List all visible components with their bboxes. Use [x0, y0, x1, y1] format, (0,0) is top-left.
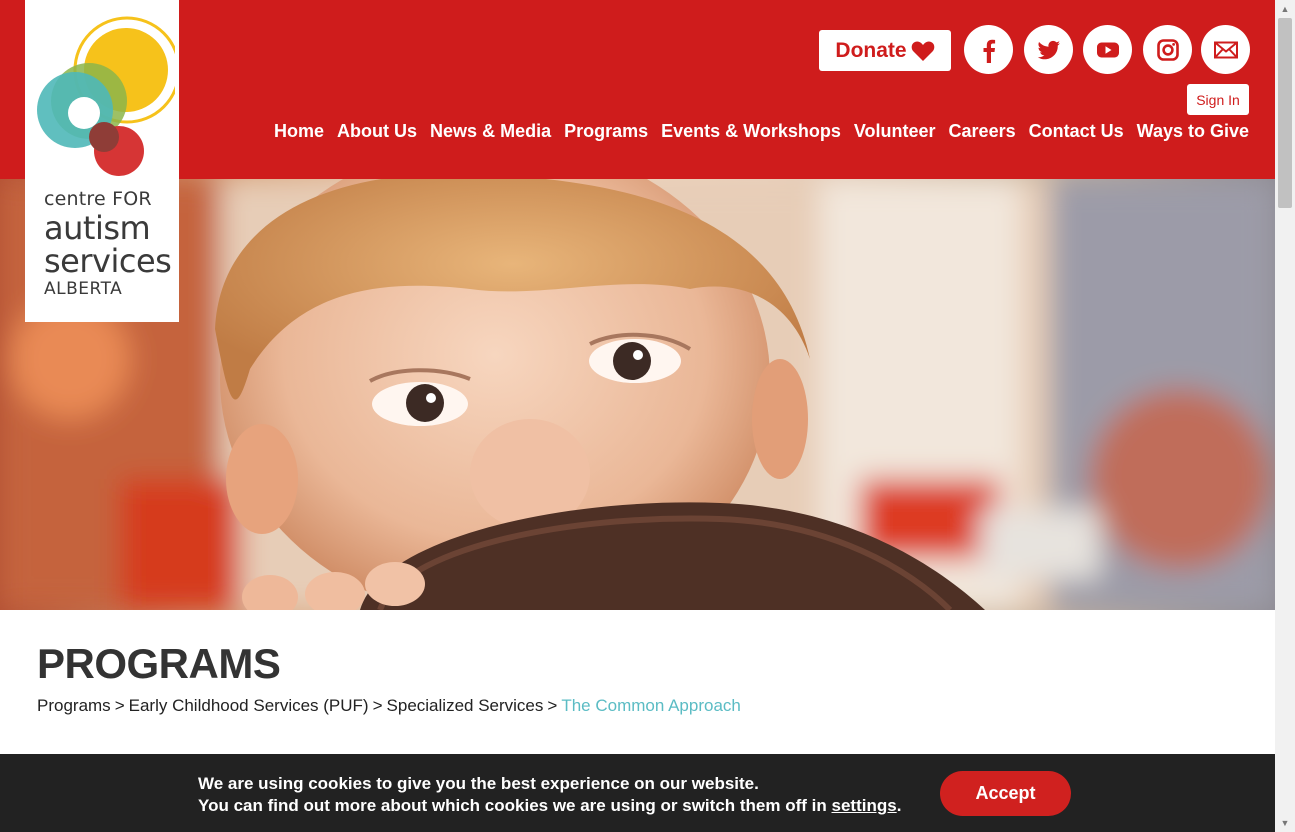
nav-item-home[interactable]: Home: [274, 121, 324, 142]
logo-circles-icon: [37, 16, 175, 176]
nav-item-events-workshops[interactable]: Events & Workshops: [661, 121, 841, 142]
breadcrumb-current: The Common Approach: [561, 696, 741, 715]
facebook-icon[interactable]: [964, 25, 1013, 74]
breadcrumb-separator: >: [372, 696, 383, 715]
donate-button[interactable]: Donate: [819, 30, 951, 71]
nav-item-ways-to-give[interactable]: Ways to Give: [1137, 121, 1249, 142]
sign-in-button[interactable]: Sign In: [1187, 84, 1249, 115]
nav-item-programs[interactable]: Programs: [564, 121, 648, 142]
nav-item-volunteer[interactable]: Volunteer: [854, 121, 936, 142]
youtube-icon[interactable]: [1083, 25, 1132, 74]
scrollbar-thumb[interactable]: [1278, 18, 1292, 208]
logo-line-centre-for: centre FOR: [44, 188, 152, 210]
scroll-up-icon[interactable]: ▲: [1275, 0, 1295, 18]
breadcrumb: Programs > Early Childhood Services (PUF) >…: [37, 696, 741, 716]
cookie-line-2-end: .: [896, 796, 902, 815]
breadcrumb-programs[interactable]: Programs: [37, 696, 111, 715]
cookie-banner: We are using cookies to give you the bes…: [0, 754, 1275, 832]
donate-label: Donate: [835, 38, 907, 62]
hero-photo: [0, 179, 1275, 610]
logo-line-services: services: [44, 242, 172, 280]
page-title: PROGRAMS: [37, 640, 281, 687]
nav-item-contact-us[interactable]: Contact Us: [1029, 121, 1124, 142]
nav-item-about-us[interactable]: About Us: [337, 121, 417, 142]
hero-image: [0, 179, 1275, 610]
logo-line-alberta: ALBERTA: [44, 279, 123, 299]
site-logo[interactable]: centre FOR autism services ALBERTA: [25, 0, 179, 322]
cookie-message: We are using cookies to give you the bes…: [198, 773, 901, 817]
vertical-scrollbar[interactable]: ▲ ▼: [1275, 0, 1295, 832]
cookie-line-1: We are using cookies to give you the bes…: [198, 774, 759, 793]
cookie-line-2-text: You can find out more about which cookie…: [198, 796, 827, 815]
scroll-down-icon[interactable]: ▼: [1275, 814, 1295, 832]
main-nav: Home About Us News & Media Programs Even…: [274, 121, 1249, 142]
instagram-icon[interactable]: [1143, 25, 1192, 74]
breadcrumb-specialized-services[interactable]: Specialized Services: [387, 696, 544, 715]
logo-line-autism: autism: [44, 209, 151, 247]
breadcrumb-separator: >: [114, 696, 125, 715]
heart-icon: [911, 40, 934, 61]
nav-item-careers[interactable]: Careers: [949, 121, 1016, 142]
accept-cookies-button[interactable]: Accept: [940, 771, 1071, 816]
cookie-line-2: You can find out more about which cookie…: [198, 795, 901, 817]
logo-text: centre FOR autism services ALBERTA: [44, 188, 172, 299]
nav-item-news-media[interactable]: News & Media: [430, 121, 551, 142]
breadcrumb-early-childhood[interactable]: Early Childhood Services (PUF): [129, 696, 369, 715]
breadcrumb-separator: >: [547, 696, 558, 715]
twitter-icon[interactable]: [1024, 25, 1073, 74]
mail-icon[interactable]: [1201, 25, 1250, 74]
cookie-settings-link[interactable]: settings: [832, 796, 897, 815]
site-header: Donate Sign In Home About Us News & Medi…: [0, 0, 1275, 179]
